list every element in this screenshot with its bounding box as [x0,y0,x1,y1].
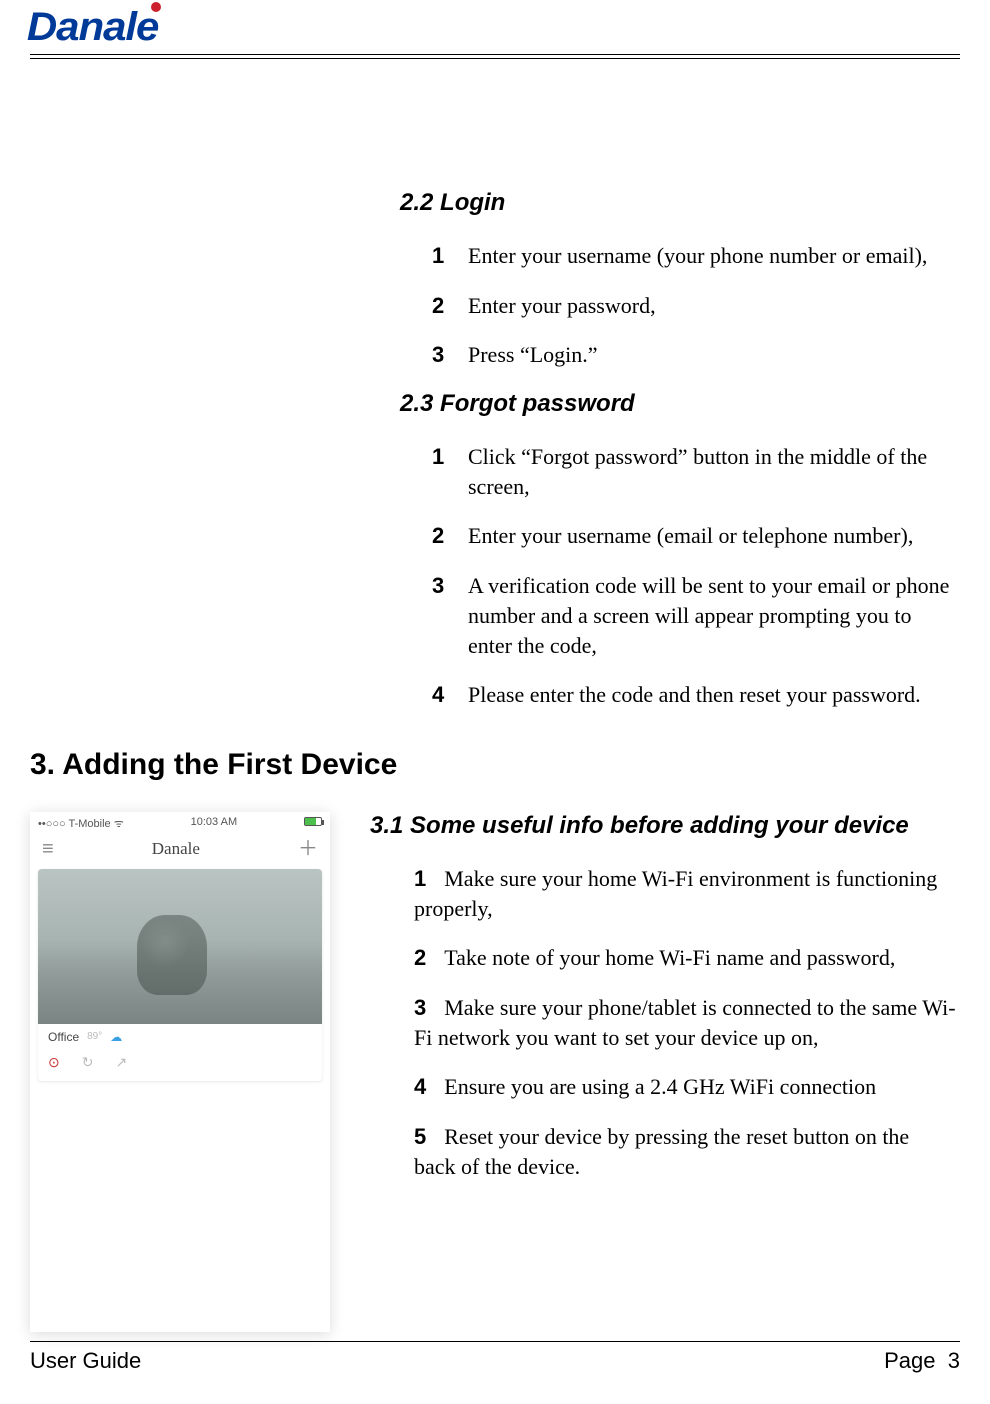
app-navbar: ≡ Danale ＋ [30,831,330,869]
device-actions: ⊙ ↻ ↗ [38,1050,322,1081]
list-item: 2Enter your password, [432,291,956,321]
list-item: 1Make sure your home Wi-Fi environment i… [414,864,956,923]
list-item: 4Ensure you are using a 2.4 GHz WiFi con… [414,1072,956,1102]
device-label: Office [48,1030,79,1044]
list-item: 1Click “Forgot password” button in the m… [432,442,956,501]
cloud-icon: ☁ [110,1030,122,1044]
list-item: 3A verification code will be sent to you… [432,571,956,660]
history-icon[interactable]: ↻ [82,1054,94,1071]
list-item: 3Press “Login.” [432,340,956,370]
list-item: 2Enter your username (email or telephone… [432,521,956,551]
carrier-text: ••○○○ T-Mobile [38,818,111,830]
list-2-3: 1Click “Forgot password” button in the m… [400,442,960,710]
list-item: 2Take note of your home Wi-Fi name and p… [414,943,956,973]
list-item: 3Make sure your phone/tablet is connecte… [414,993,956,1052]
heading-2-3: 2.3 Forgot password [400,390,960,418]
status-bar: ••○○○ T-Mobile ᯤ 10:03 AM [30,812,330,831]
device-meta: Office 89° ☁ [38,1024,322,1050]
list-item: 1Enter your username (your phone number … [432,241,956,271]
wifi-icon: ᯤ [114,818,124,830]
hamburger-icon[interactable]: ≡ [42,839,54,859]
footer-left: User Guide [30,1348,141,1374]
app-title: Danale [152,839,200,859]
app-screenshot: ••○○○ T-Mobile ᯤ 10:03 AM ≡ Danale ＋ Off… [30,812,330,1332]
brand-logo-text: Danale [27,5,158,50]
clock-text: 10:03 AM [191,816,237,831]
message-icon[interactable]: ⊙ [48,1054,60,1071]
device-thumbnail [38,869,322,1024]
list-item: 4Please enter the code and then reset yo… [432,680,956,710]
heading-3-1: 3.1 Some useful info before adding your … [370,812,960,840]
brand-header: Danale [30,0,960,50]
add-icon[interactable]: ＋ [298,839,318,859]
list-item: 5Reset your device by pressing the reset… [414,1122,956,1181]
device-card[interactable]: Office 89° ☁ ⊙ ↻ ↗ [38,869,322,1081]
heading-3: 3. Adding the First Device [30,748,960,782]
share-icon[interactable]: ↗ [115,1054,127,1071]
list-2-2: 1Enter your username (your phone number … [400,241,960,370]
footer-right: Page 3 [884,1348,960,1374]
device-badge: 89° [87,1031,102,1042]
page-footer: User Guide Page 3 [30,1341,960,1374]
battery-icon [304,817,322,826]
list-3-1: 1Make sure your home Wi-Fi environment i… [370,864,960,1182]
heading-2-2: 2.2 Login [400,189,960,217]
